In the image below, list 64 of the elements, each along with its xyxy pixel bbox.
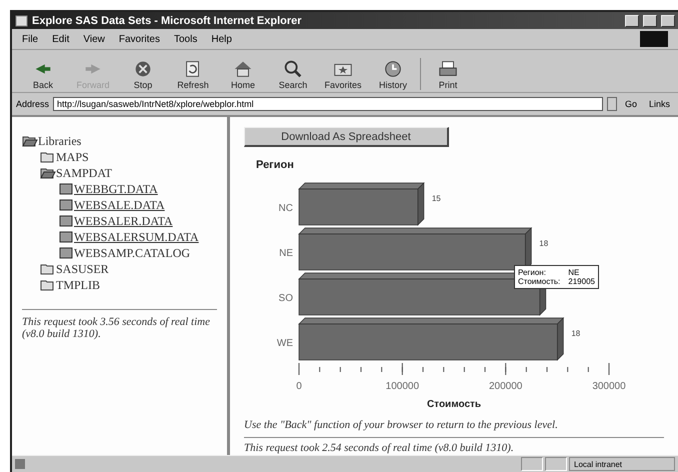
tree-item[interactable]: SASUSER [56,262,109,276]
table-icon [58,247,74,259]
address-label: Address [16,99,50,109]
tick-label: 200000 [488,381,522,392]
count-label: 18 [539,239,548,248]
category-label: NC [278,203,293,214]
toolbar-button[interactable]: Refresh [170,58,216,90]
toolbar-button[interactable]: Stop [120,58,166,90]
window-title: Explore SAS Data Sets - Microsoft Internet Explorer [32,14,303,26]
tick-label: 300000 [592,381,626,392]
table-icon [58,215,74,227]
back-note: Use the "Back" function of your browser to return to the previous level. [244,419,559,431]
tree-item[interactable]: MAPS [56,150,89,164]
menu-item[interactable]: View [83,34,105,44]
dataset-link[interactable]: WEBSALERSUM.DATA [74,230,199,244]
toolbar-button[interactable]: Print [425,58,471,90]
toolbar-button[interactable]: Back [20,58,66,90]
address-field[interactable]: http://lsugan/sasweb/IntrNet8/xplore/webplor.html [53,97,603,111]
menu-item[interactable]: File [22,34,38,44]
dataset-link[interactable]: WEBBGT.DATA [74,182,158,196]
minimize-button[interactable] [625,14,639,26]
download-button[interactable]: Download As Spreadsheet [244,127,449,147]
category-label: WE [276,338,293,349]
tree-item[interactable]: WEBSAMP.CATALOG [74,246,190,260]
category-label: NE [279,248,293,259]
maximize-button[interactable] [643,14,657,26]
toolbar-button[interactable]: Search [270,58,316,90]
toolbar-button[interactable]: Home [220,58,266,90]
tooltip: Регион: NE Стоимость: 219005 [514,265,599,289]
menu-item[interactable]: Tools [174,34,198,44]
table-icon [58,231,74,243]
dropdown-button[interactable] [606,97,617,111]
search-icon [282,58,304,80]
tick-label: 0 [296,381,302,392]
menu-item[interactable]: Edit [52,34,70,44]
go-button[interactable]: Go [620,99,641,109]
status-panel [545,457,567,471]
menu-item[interactable]: Help [211,34,232,44]
history-icon [382,58,404,80]
table-icon [58,199,74,211]
timing-note: This request took 3.56 seconds of real time (v8.0 build 1310). [22,316,211,340]
page-icon [15,459,25,469]
page-icon [15,14,28,26]
zone-label: Local intranet [569,457,675,471]
count-label: 15 [432,194,441,203]
toolbar-button[interactable]: History [370,58,416,90]
menu-item[interactable]: Favorites [118,34,160,44]
dataset-link[interactable]: WEBSALE.DATA [74,198,165,212]
axis-title: Стоимость [426,399,482,410]
tree-item[interactable]: TMPLIB [56,278,100,292]
tick-label: 100000 [386,381,420,392]
count-label: 18 [571,329,580,338]
status-panel [521,457,543,471]
tree-item[interactable]: SAMPDAT [56,166,112,180]
browser-logo [640,31,668,47]
category-label: SO [278,293,293,304]
axis-title: Регион [256,159,294,171]
toolbar-button[interactable]: Favorites [320,58,366,90]
dataset-link[interactable]: WEBSALER.DATA [74,214,173,228]
close-button[interactable] [661,14,675,26]
timing-note: This request took 2.54 seconds of real time (v8.0 build 1310). [244,442,515,454]
links-button[interactable]: Links [644,99,674,109]
table-icon [58,183,74,195]
tree-item[interactable]: Libraries [38,134,82,148]
